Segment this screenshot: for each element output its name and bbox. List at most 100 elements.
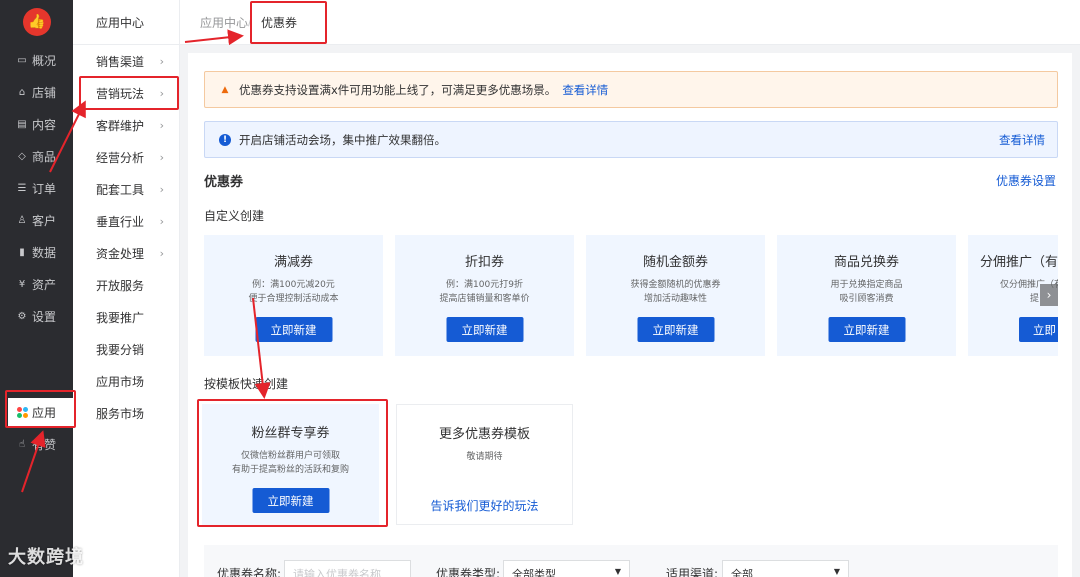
warning-detail-link[interactable]: 查看详情 [562, 82, 608, 98]
channel-value: 全部 [731, 568, 753, 577]
nav-item-label: 店铺 [32, 85, 57, 100]
create-button[interactable]: 立即新建 [637, 317, 714, 342]
nav-item-goods[interactable]: ◇ 商品 [0, 142, 73, 170]
sidebar-item-distribution[interactable]: 我要分销 [96, 339, 176, 359]
sidebar-item-vertical[interactable]: 垂直行业 › [96, 211, 176, 231]
nav-item-label: 数据 [32, 245, 57, 260]
coupon-filter-bar: 优惠券名称: 请输入优惠券名称 优惠券类型: 全部类型 ▼ 适用渠道: 全部 ▼ [204, 545, 1058, 577]
main-nav: 👍 ▭ 概况 ⌂ 店铺 ▤ 内容 ◇ 商品 ☰ 订单 ♙ 客户 ▮ 数据 ¥ 资… [0, 0, 73, 577]
chevron-right-icon: › [159, 54, 164, 68]
nav-item-label: 内容 [32, 117, 57, 132]
store-icon: ⌂ [18, 86, 26, 98]
nav-item-data[interactable]: ▮ 数据 [0, 238, 73, 266]
coupon-type-cards: 满减券 例：满100元减20元 便于合理控制活动成本 立即新建 折扣券 例：满1… [204, 235, 1058, 356]
sidebar-item-label: 应用市场 [96, 374, 145, 389]
template-create-label: 按模板快速创建 [204, 377, 289, 391]
sidebar-item-open-service[interactable]: 开放服务 [96, 275, 176, 295]
highlight-marketing [79, 76, 179, 110]
nav-item-label: 概况 [32, 53, 57, 68]
bar-chart-icon: ▮ [19, 246, 25, 258]
caret-down-icon: ▼ [614, 567, 621, 576]
chevron-right-icon[interactable]: › [1040, 284, 1058, 306]
channel-label: 适用渠道: [666, 567, 719, 577]
coupon-settings-link[interactable]: 优惠券设置 [996, 172, 1056, 189]
card-desc: 例：满100元打9折 [446, 280, 523, 290]
user-icon: ♙ [17, 214, 27, 226]
create-button[interactable]: 立即新建 [828, 317, 905, 342]
nav-item-settings[interactable]: ⚙ 设置 [0, 302, 73, 330]
card-desc: 用于兑换指定商品 [830, 280, 903, 290]
warning-notice: ▲ 优惠券支持设置满x件可用功能上线了，可满足更多优惠场景。 查看详情 [204, 71, 1058, 108]
channel-select[interactable]: 全部 ▼ [722, 560, 849, 577]
sidebar-item-analytics[interactable]: 经营分析 › [96, 147, 176, 167]
card-more-templates: 更多优惠券模板 敬请期待 告诉我们更好的玩法 [396, 404, 573, 525]
card-desc: 吸引顾客消费 [839, 294, 894, 304]
highlight-apps [5, 390, 76, 428]
card-title: 随机金额券 [642, 255, 708, 270]
sidebar-item-label: 服务市场 [96, 406, 145, 421]
sidebar-item-funds[interactable]: 资金处理 › [96, 243, 176, 263]
coupon-type-select[interactable]: 全部类型 ▼ [503, 560, 630, 577]
nav-item-label: 订单 [32, 181, 57, 196]
sidebar-item-label: 客群维护 [96, 118, 145, 133]
card-desc: 敬请期待 [466, 452, 503, 462]
chevron-right-icon: › [159, 214, 164, 228]
create-button[interactable]: 立即 [1019, 317, 1058, 342]
card-goods-exchange: 商品兑换券 用于兑换指定商品 吸引顾客消费 立即新建 [777, 235, 956, 356]
highlight-fans-coupon [197, 399, 388, 527]
card-title: 满减券 [273, 255, 313, 270]
card-discount: 折扣券 例：满100元打9折 提高店铺销量和客单价 立即新建 [395, 235, 574, 356]
sidebar-item-promote[interactable]: 我要推广 [96, 307, 176, 327]
card-random-amount: 随机金额券 获得金额随机的优惠券 增加活动趣味性 立即新建 [586, 235, 765, 356]
sidebar-item-tools[interactable]: 配套工具 › [96, 179, 176, 199]
create-button[interactable]: 立即新建 [255, 317, 332, 342]
card-title: 更多优惠券模板 [438, 427, 530, 442]
sidebar-item-sales-channel[interactable]: 销售渠道 › [96, 51, 176, 71]
coupon-name-label: 优惠券名称: [217, 567, 282, 577]
suggest-link[interactable]: 告诉我们更好的玩法 [397, 497, 572, 514]
sidebar-item-label: 我要推广 [96, 310, 145, 325]
create-button[interactable]: 立即新建 [446, 317, 523, 342]
monitor-icon: ▭ [17, 54, 27, 66]
nav-item-youzan[interactable]: ☝ 有赞 [0, 430, 73, 458]
sidebar-item-label: 配套工具 [96, 182, 145, 197]
nav-item-label: 设置 [32, 309, 57, 324]
card-title: 商品兑换券 [833, 255, 899, 270]
nav-item-content[interactable]: ▤ 内容 [0, 110, 73, 138]
nav-item-store[interactable]: ⌂ 店铺 [0, 78, 73, 106]
chevron-right-icon: › [159, 150, 164, 164]
sidebar-item-label: 垂直行业 [96, 214, 145, 229]
nav-item-customers[interactable]: ♙ 客户 [0, 206, 73, 234]
yen-icon: ¥ [18, 278, 26, 290]
nav-item-assets[interactable]: ¥ 资产 [0, 270, 73, 298]
chevron-right-icon: › [159, 246, 164, 260]
warning-notice-text: 优惠券支持设置满x件可用功能上线了，可满足更多优惠场景。 [239, 82, 557, 97]
watermark: 大数跨境 [8, 547, 84, 568]
sidebar-item-label: 经营分析 [96, 150, 145, 165]
nav-item-overview[interactable]: ▭ 概况 [0, 46, 73, 74]
info-icon: ! [219, 133, 231, 146]
nav-item-orders[interactable]: ☰ 订单 [0, 174, 73, 202]
gear-icon: ⚙ [17, 310, 27, 322]
sidebar-item-service-market[interactable]: 服务市场 [96, 403, 176, 423]
breadcrumb-parent[interactable]: 应用中心 [200, 14, 248, 31]
card-desc: 提高店铺销量和客单价 [439, 294, 530, 304]
caret-down-icon: ▼ [833, 567, 840, 576]
nav-item-label: 资产 [32, 277, 57, 292]
tag-icon: ◇ [18, 150, 26, 162]
card-desc: 增加活动趣味性 [643, 294, 707, 304]
card-desc: 获得金额随机的优惠券 [630, 280, 721, 290]
sidebar-item-app-market[interactable]: 应用市场 [96, 371, 176, 391]
card-desc: 便于合理控制活动成本 [248, 294, 339, 304]
section-title: 优惠券 [204, 175, 244, 190]
custom-create-label: 自定义创建 [204, 209, 265, 223]
card-title: 折扣券 [464, 255, 504, 270]
chevron-right-icon: › [159, 118, 164, 132]
info-detail-link[interactable]: 查看详情 [999, 132, 1045, 148]
sidebar-item-customer-care[interactable]: 客群维护 › [96, 115, 176, 135]
coupon-type-value: 全部类型 [512, 568, 556, 577]
info-notice: ! 开启店铺活动会场，集中推广效果翻倍。 查看详情 [204, 121, 1058, 158]
youzan-logo-icon[interactable]: 👍 [23, 8, 51, 36]
coupon-name-input[interactable]: 请输入优惠券名称 [284, 560, 411, 577]
sidebar-divider [73, 44, 180, 45]
